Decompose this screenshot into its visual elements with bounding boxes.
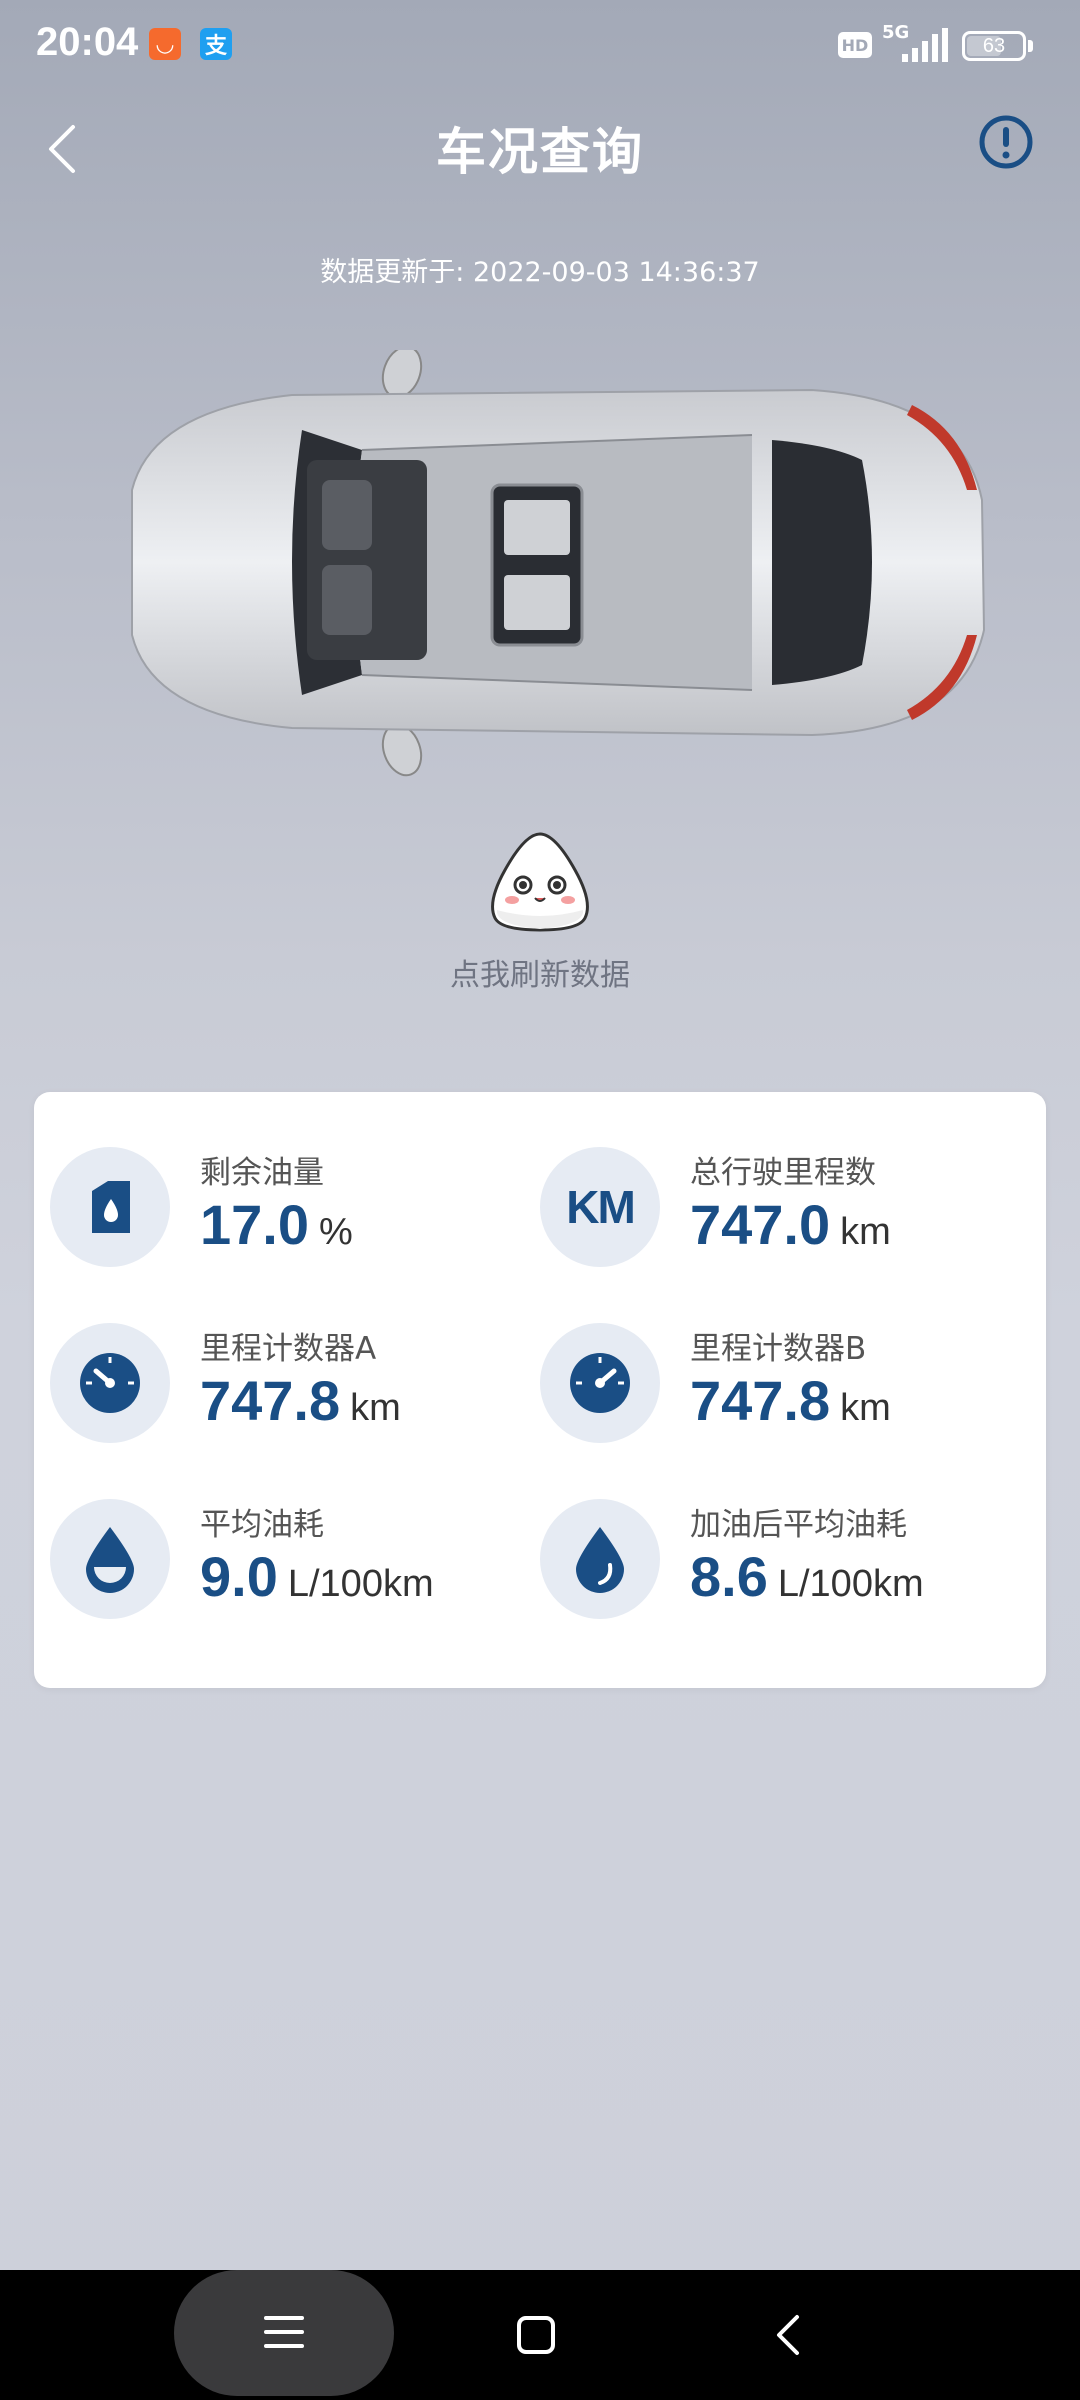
page-title: 车况查询 [436,123,644,181]
stat-unit: km [350,1387,401,1429]
system-nav-bar [0,2270,1080,2400]
stat-odometer-a: 里程计数器A 747.8 km [34,1268,514,1443]
status-bar: 20:04 ◡ 支 HD 5G 63 [0,0,1080,90]
stat-average-consumption-after-refuel: 加油后平均油耗 8.6 L/100km [524,1444,1004,1619]
gauge-icon [50,1323,170,1443]
stat-average-consumption: 平均油耗 9.0 L/100km [34,1444,514,1619]
stat-fuel-remaining: 剩余油量 17.0% [34,1092,514,1267]
stat-unit: km [840,1211,891,1253]
info-circle-icon [979,115,1033,169]
stat-label: 平均油耗 [200,1507,324,1543]
hd-badge: HD [838,32,872,58]
nav-menu-button[interactable] [174,2270,394,2396]
km-icon: KM [540,1147,660,1267]
home-square-icon [517,2316,555,2354]
fuel-can-icon [50,1147,170,1267]
stat-label: 总行驶里程数 [690,1155,876,1191]
stat-label: 里程计数器B [690,1331,867,1367]
droplet-icon [50,1499,170,1619]
stat-value: 747.0 [690,1193,831,1256]
vehicle-stats-card: 剩余油量 17.0% KM 总行驶里程数 747.0 km 里程计数器A 747.… [34,1092,1046,1688]
nav-home-button[interactable] [476,2270,596,2400]
stat-label: 里程计数器A [200,1331,377,1367]
stat-value: 747.8 [200,1369,341,1432]
stat-value: 9.0 [200,1545,278,1608]
back-chevron-icon [777,2315,799,2355]
stat-value: 747.8 [690,1369,831,1432]
stat-total-mileage: KM 总行驶里程数 747.0 km [524,1092,1004,1267]
stat-unit: km [840,1387,891,1429]
stat-value: 8.6 [690,1545,768,1608]
droplet-icon [540,1499,660,1619]
nav-back-button[interactable] [728,2270,848,2400]
rice-ball-mascot-icon [491,832,589,932]
stat-unit: L/100km [777,1563,924,1605]
stat-unit: L/100km [287,1563,434,1605]
stat-label: 剩余油量 [200,1155,324,1191]
battery-tip [1028,40,1033,52]
taobao-icon: ◡ [149,28,181,60]
info-button[interactable] [978,114,1034,170]
status-time: 20:04 [36,20,139,64]
alipay-icon: 支 [200,28,232,60]
refresh-button[interactable] [485,830,595,934]
menu-icon [264,2316,304,2348]
stat-value: 17.0 [200,1193,309,1256]
refresh-label[interactable]: 点我刷新数据 [0,950,1080,994]
battery-icon: 63 [962,31,1026,61]
km-icon-text: KM [566,1181,636,1233]
stat-unit: % [319,1211,353,1253]
car-top-view-image [131,350,986,777]
signal-icon [902,28,948,62]
gauge-icon [540,1323,660,1443]
stat-label: 加油后平均油耗 [690,1507,907,1543]
stat-odometer-b: 里程计数器B 747.8 km [524,1268,1004,1443]
battery-level: 63 [982,34,1006,57]
update-time: 数据更新于: 2022-09-03 14:36:37 [320,257,760,288]
